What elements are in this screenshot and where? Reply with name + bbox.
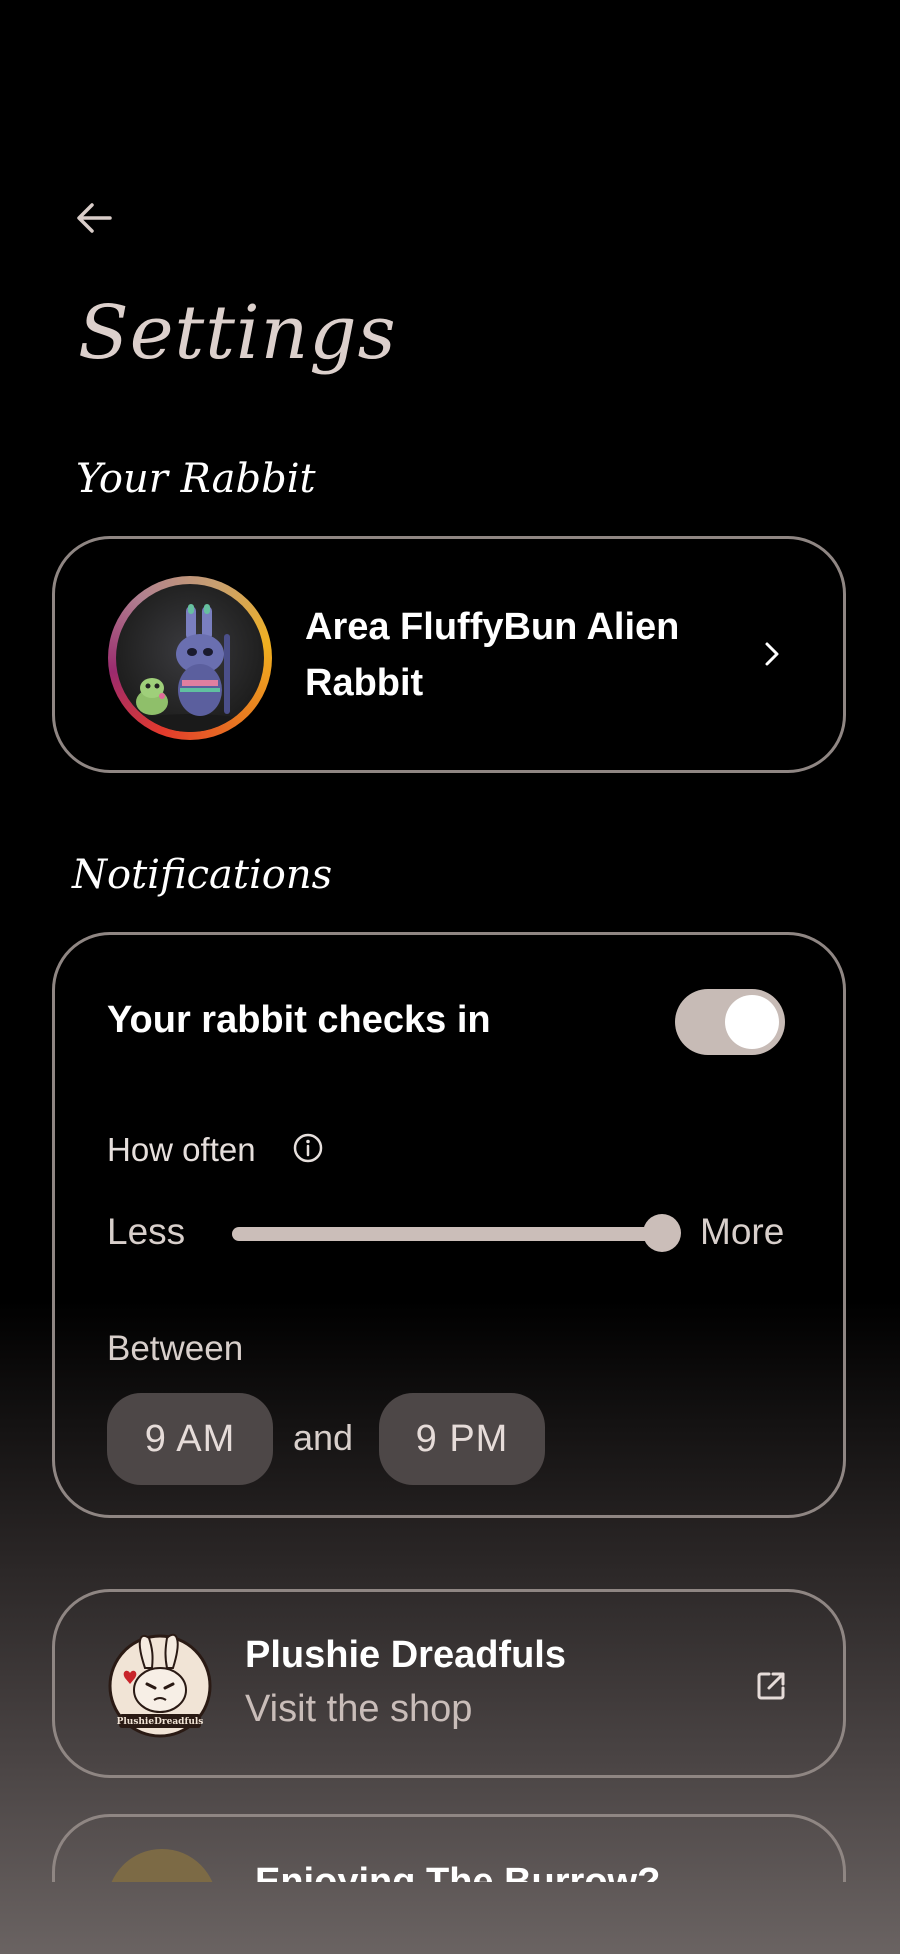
enjoy-card[interactable]: Enjoying The Burrow? [52, 1814, 846, 1882]
enjoy-title: Enjoying The Burrow? [255, 1861, 661, 1882]
enjoy-avatar [107, 1849, 217, 1882]
